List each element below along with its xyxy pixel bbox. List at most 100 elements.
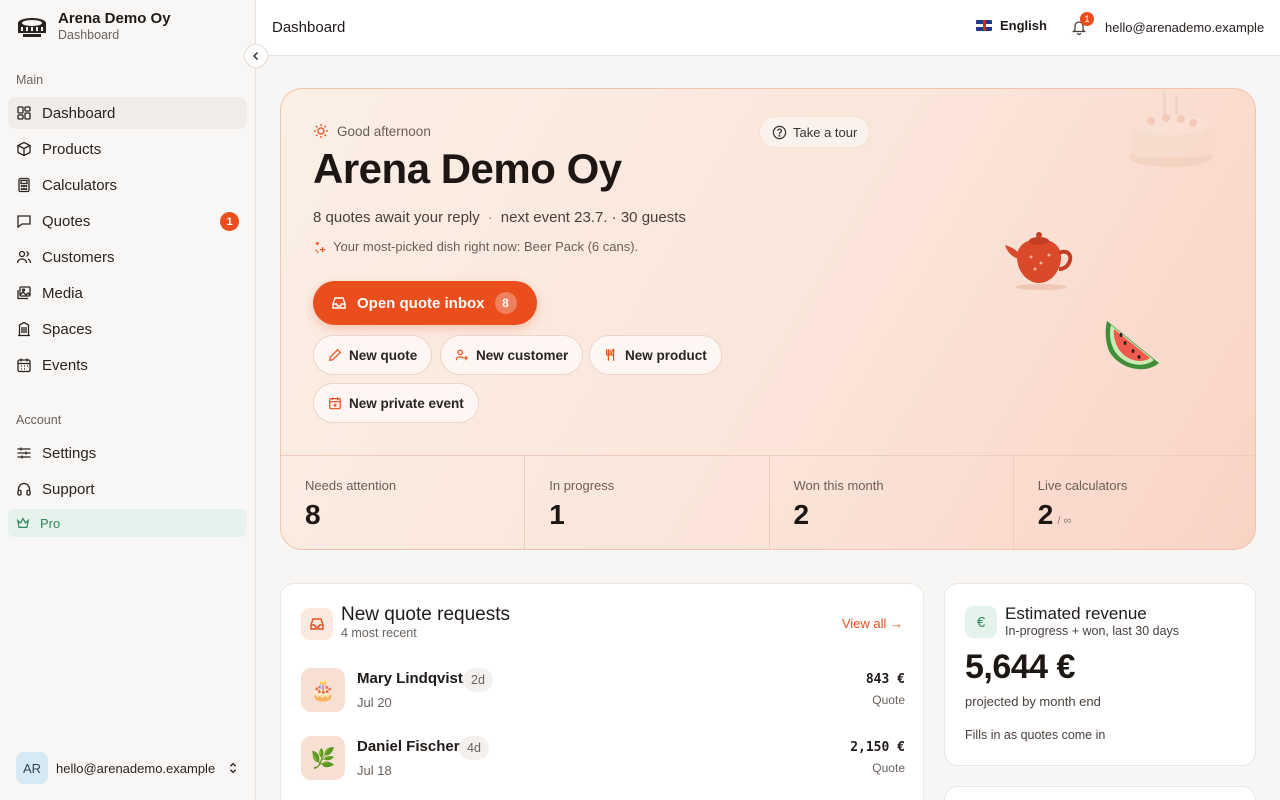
herb-emoji-icon: 🌿 bbox=[301, 736, 345, 780]
sliders-icon bbox=[17, 447, 31, 459]
sidebar-item-quotes[interactable]: Quotes 1 bbox=[8, 205, 247, 237]
take-tour-label: Take a tour bbox=[793, 124, 858, 140]
user-email: hello@arenademo.example bbox=[56, 760, 216, 776]
stadium-logo-icon bbox=[16, 11, 48, 43]
stats-row: Needs attention 8 In progress 1 Won this… bbox=[281, 455, 1255, 549]
collapse-sidebar-button[interactable] bbox=[244, 44, 268, 68]
sidebar-item-support[interactable]: Support bbox=[8, 473, 247, 505]
new-quote-button[interactable]: New quote bbox=[313, 335, 433, 375]
table-row[interactable]: 🌿 Daniel Fischer 4d Jul 18 2,150 € Quote bbox=[301, 736, 905, 780]
language-selector[interactable]: English bbox=[976, 18, 1047, 33]
main-content: Good afternoon Arena Demo Oy 8 quotes aw… bbox=[256, 56, 1280, 800]
revenue-projection: projected by month end bbox=[965, 694, 1101, 709]
inbox-icon bbox=[301, 608, 333, 640]
calendar-plus-icon bbox=[329, 397, 341, 410]
help-circle-icon bbox=[772, 125, 787, 139]
new-customer-button[interactable]: New customer bbox=[440, 335, 584, 375]
sidebar-item-label: Products bbox=[42, 140, 102, 158]
sidebar: Arena Demo Oy Dashboard Main Dashboard P… bbox=[0, 0, 256, 800]
inbox-icon bbox=[332, 297, 346, 309]
sidebar-item-settings[interactable]: Settings bbox=[8, 437, 247, 469]
avatar: AR bbox=[16, 752, 48, 784]
chat-icon bbox=[17, 215, 31, 229]
separator: · bbox=[487, 209, 493, 226]
utensils-icon bbox=[606, 348, 615, 361]
quote-type: Quote bbox=[872, 693, 905, 707]
notification-badge: 1 bbox=[1080, 12, 1094, 26]
open-quote-inbox-button[interactable]: Open quote inbox 8 bbox=[313, 281, 537, 325]
nav-section-account: Account bbox=[16, 413, 62, 427]
open-quote-inbox-label: Open quote inbox bbox=[357, 294, 485, 312]
images-icon bbox=[17, 286, 31, 300]
sidebar-item-label: Media bbox=[42, 284, 83, 302]
sparkle-icon bbox=[315, 241, 326, 253]
euro-icon: € bbox=[965, 606, 997, 638]
quote-amount: 2,150 € bbox=[850, 740, 905, 755]
stat-label: Won this month bbox=[793, 478, 884, 493]
stat-in-progress[interactable]: In progress 1 bbox=[525, 456, 770, 549]
user-plus-icon bbox=[455, 349, 469, 361]
estimated-revenue-card: € Estimated revenue In-progress + won, l… bbox=[944, 583, 1256, 766]
card-title: New quote requests bbox=[341, 604, 510, 625]
box-icon bbox=[17, 141, 31, 157]
uk-flag-icon bbox=[976, 20, 992, 31]
calculator-icon bbox=[18, 177, 30, 193]
quote-type: Quote bbox=[872, 761, 905, 775]
headphones-icon bbox=[17, 482, 31, 496]
brand-name: Arena Demo Oy bbox=[58, 10, 171, 27]
next-card bbox=[944, 786, 1256, 800]
take-tour-button[interactable]: Take a tour bbox=[759, 116, 871, 148]
new-private-event-label: New private event bbox=[349, 395, 464, 411]
brand[interactable]: Arena Demo Oy Dashboard bbox=[16, 10, 171, 43]
sidebar-item-dashboard[interactable]: Dashboard bbox=[8, 97, 247, 129]
user-menu[interactable]: hello@arenademo.example bbox=[1105, 20, 1264, 35]
sidebar-item-label: Quotes bbox=[42, 212, 91, 230]
stat-won-this-month[interactable]: Won this month 2 bbox=[770, 456, 1014, 549]
welcome-hero: Good afternoon Arena Demo Oy 8 quotes aw… bbox=[280, 88, 1256, 550]
pro-plan-item[interactable]: Pro bbox=[8, 509, 247, 537]
language-label: English bbox=[1000, 18, 1047, 33]
age-badge: 2d bbox=[463, 668, 493, 692]
revenue-fill-note: Fills in as quotes come in bbox=[965, 728, 1106, 742]
sidebar-item-media[interactable]: Media bbox=[8, 277, 247, 309]
sidebar-item-label: Support bbox=[42, 480, 95, 498]
new-quote-requests-card: New quote requests 4 most recent View al… bbox=[280, 583, 924, 800]
sidebar-item-calculators[interactable]: Calculators bbox=[8, 169, 247, 201]
new-product-label: New product bbox=[625, 347, 707, 363]
card-subtitle: 4 most recent bbox=[341, 626, 417, 640]
new-private-event-button[interactable]: New private event bbox=[313, 383, 479, 423]
sidebar-item-label: Calculators bbox=[42, 176, 118, 194]
new-product-button[interactable]: New product bbox=[589, 335, 722, 375]
teapot-illustration bbox=[1005, 232, 1073, 290]
account-switcher[interactable]: AR hello@arenademo.example bbox=[16, 752, 240, 784]
inbox-count: 8 bbox=[494, 292, 517, 314]
top-dish-text: Your most-picked dish right now: Beer Pa… bbox=[333, 239, 639, 254]
calendar-icon bbox=[17, 358, 31, 373]
crown-icon bbox=[16, 517, 30, 528]
watermelon-illustration bbox=[1105, 321, 1159, 370]
sidebar-item-products[interactable]: Products bbox=[8, 133, 247, 165]
customer-name: Daniel Fischer bbox=[357, 738, 460, 755]
new-quote-label: New quote bbox=[349, 347, 418, 363]
stat-live-calculators[interactable]: Live calculators 2/ ∞ bbox=[1014, 456, 1255, 549]
hero-title: Arena Demo Oy bbox=[313, 145, 622, 192]
sidebar-item-spaces[interactable]: Spaces bbox=[8, 313, 247, 345]
quotes-badge: 1 bbox=[220, 212, 239, 231]
sidebar-item-label: Events bbox=[42, 356, 88, 374]
stat-value-wrapper: 2/ ∞ bbox=[1038, 499, 1255, 531]
new-customer-label: New customer bbox=[476, 347, 569, 363]
table-row[interactable]: 🎂 Mary Lindqvist 2d Jul 20 843 € Quote bbox=[301, 668, 905, 712]
account-nav: Settings Support bbox=[8, 437, 247, 509]
stat-value: 1 bbox=[549, 499, 565, 530]
stat-label: Needs attention bbox=[305, 478, 397, 493]
request-date: Jul 20 bbox=[357, 695, 392, 710]
sidebar-item-events[interactable]: Events bbox=[8, 349, 247, 381]
sidebar-item-label: Dashboard bbox=[42, 104, 116, 122]
view-all-link[interactable]: View all → bbox=[842, 616, 903, 631]
page-title: Dashboard bbox=[272, 19, 346, 36]
users-icon bbox=[16, 250, 32, 264]
stat-needs-attention[interactable]: Needs attention 8 bbox=[281, 456, 526, 549]
brand-subtitle: Dashboard bbox=[58, 28, 120, 42]
sidebar-item-label: Spaces bbox=[42, 320, 93, 338]
sidebar-item-customers[interactable]: Customers bbox=[8, 241, 247, 273]
